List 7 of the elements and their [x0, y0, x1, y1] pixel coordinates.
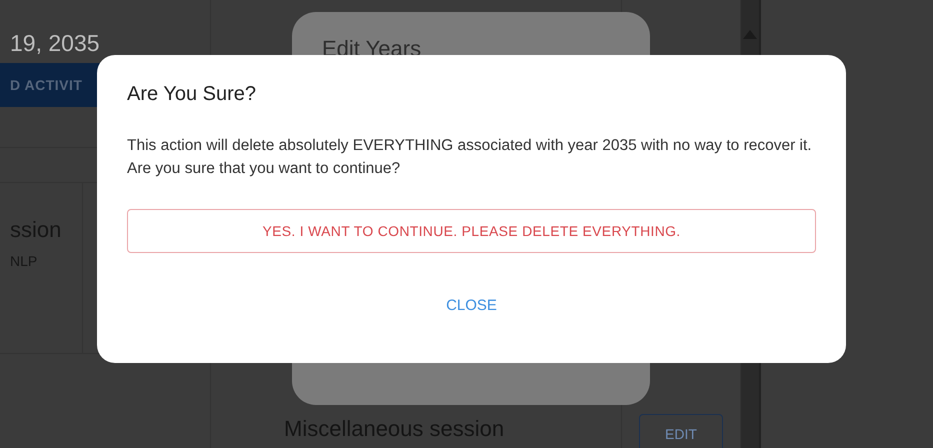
add-activity-button[interactable]: D ACTIVIT — [0, 63, 100, 107]
date-heading: 19, 2035 — [9, 29, 101, 58]
edit-button[interactable]: EDIT — [639, 414, 723, 448]
dialog-title: Are You Sure? — [127, 83, 257, 106]
dialog-message: This action will delete absolutely EVERYTHING associated with year 2035 with no way to recover it. Are you sure that you want to continue? — [127, 136, 813, 179]
confirm-delete-button[interactable]: YES. I WANT TO CONTINUE. PLEASE DELETE EVERYTHING. — [127, 209, 816, 253]
close-button[interactable]: CLOSE — [438, 293, 505, 318]
